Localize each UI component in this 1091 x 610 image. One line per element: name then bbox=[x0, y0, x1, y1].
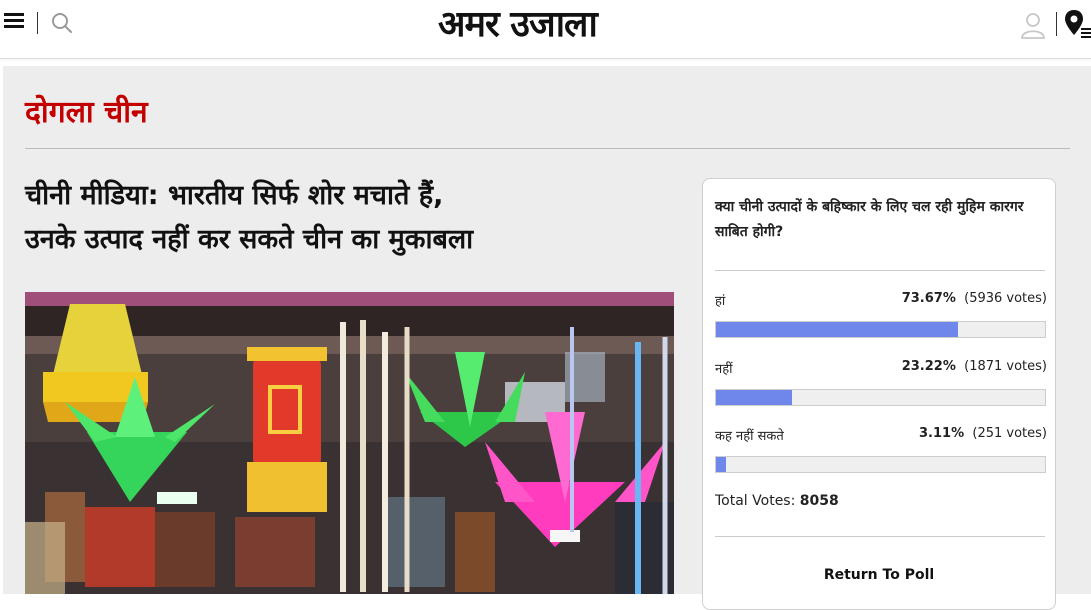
headline-line: चीनी मीडिया: भारतीय सिर्फ शोर मचाते हैं, bbox=[25, 180, 444, 211]
poll-result-bar bbox=[715, 389, 1046, 406]
poll-result-bar-fill bbox=[716, 322, 959, 337]
poll-result-bar-fill bbox=[716, 390, 793, 405]
divider bbox=[1056, 12, 1057, 36]
poll-option-label: कह नहीं सकते bbox=[715, 429, 784, 444]
poll-option-votes: (1871 votes) bbox=[964, 359, 1047, 374]
poll-total-value: 8058 bbox=[799, 493, 839, 509]
poll-option-percent: 23.22% bbox=[901, 359, 956, 374]
poll-total: Total Votes: 8058 bbox=[715, 493, 839, 509]
article-image[interactable] bbox=[25, 292, 674, 594]
poll-question: क्या चीनी उत्पादों के बहिष्कार के लिए चल… bbox=[715, 199, 1024, 240]
poll-divider bbox=[715, 536, 1045, 537]
poll-divider bbox=[715, 270, 1045, 271]
article-headline[interactable]: चीनी मीडिया: भारतीय सिर्फ शोर मचाते हैं,… bbox=[25, 174, 675, 262]
poll-option-label: नहीं bbox=[715, 362, 733, 377]
poll-result-bar-fill bbox=[716, 457, 727, 472]
section-divider bbox=[25, 148, 1070, 149]
poll-total-label: Total Votes: bbox=[715, 493, 796, 509]
poll-option-percent: 3.11% bbox=[919, 426, 965, 441]
location-icon[interactable] bbox=[1064, 9, 1091, 39]
headline-line: उनके उत्पाद नहीं कर सकते चीन का मुकाबला bbox=[25, 224, 474, 255]
poll-option[interactable]: हां 73.67% (5936 votes) bbox=[715, 291, 1047, 338]
poll-option[interactable]: नहीं 23.22% (1871 votes) bbox=[715, 359, 1047, 406]
poll-option[interactable]: कह नहीं सकते 3.11% (251 votes) bbox=[715, 426, 1047, 473]
menu-icon[interactable] bbox=[4, 13, 24, 31]
poll-option-percent: 73.67% bbox=[901, 291, 956, 306]
return-to-poll-button[interactable]: Return To Poll bbox=[703, 567, 1055, 583]
user-icon[interactable] bbox=[1018, 10, 1048, 40]
poll-option-label: हां bbox=[715, 294, 726, 309]
main-content: दोगला चीन चीनी मीडिया: भारतीय सिर्फ शोर … bbox=[3, 66, 1091, 610]
site-logo[interactable]: अमर उजाला bbox=[438, 2, 598, 46]
search-icon[interactable] bbox=[51, 12, 73, 34]
poll-result-bar bbox=[715, 321, 1046, 338]
poll-option-votes: (251 votes) bbox=[972, 426, 1047, 441]
poll-widget: क्या चीनी उत्पादों के बहिष्कार के लिए चल… bbox=[702, 178, 1056, 610]
poll-option-votes: (5936 votes) bbox=[964, 291, 1047, 306]
poll-result-bar bbox=[715, 456, 1046, 473]
divider bbox=[37, 12, 38, 34]
top-bar: अमर उजाला bbox=[0, 0, 1091, 59]
section-title[interactable]: दोगला चीन bbox=[25, 90, 148, 131]
